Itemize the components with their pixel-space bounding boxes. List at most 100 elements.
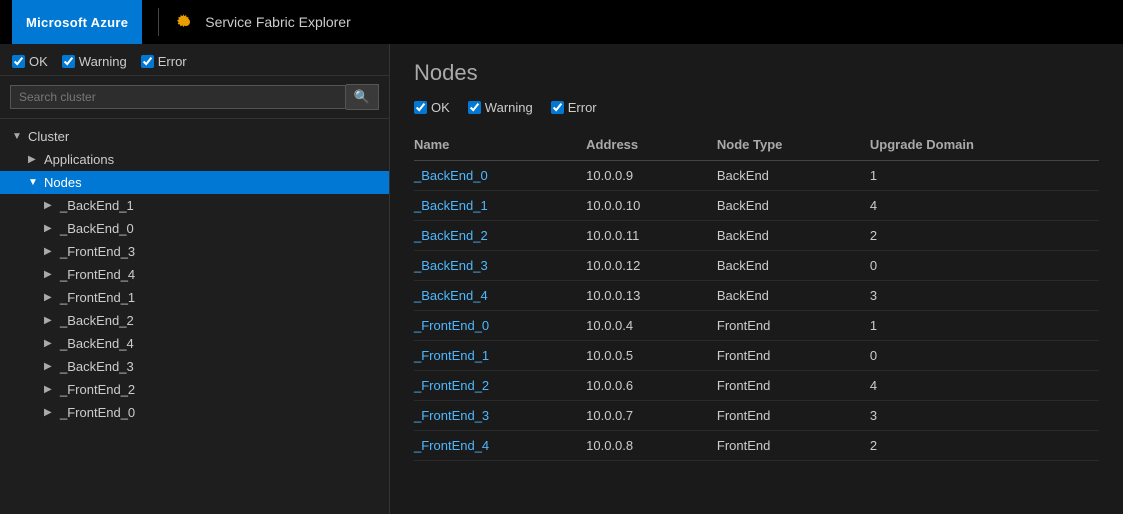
sidebar-item--backend-0[interactable]: ▶_BackEnd_0 — [0, 217, 389, 240]
sidebar-ok-checkbox[interactable] — [12, 55, 25, 68]
table-row[interactable]: _FrontEnd_2 10.0.0.6 FrontEnd 4 — [414, 371, 1099, 401]
sidebar-item--frontend-1[interactable]: ▶ _FrontEnd_1 — [0, 286, 389, 309]
azure-logo-text: Microsoft Azure — [26, 15, 128, 30]
sidebar-warning-label: Warning — [79, 54, 127, 69]
body: OK Warning Error 🔍 ▼ Cluster — [0, 44, 1123, 514]
cell-upgrade-domain: 4 — [870, 191, 1099, 221]
sidebar-filter-ok[interactable]: OK — [12, 54, 48, 69]
table-row[interactable]: _BackEnd_3 10.0.0.12 BackEnd 0 — [414, 251, 1099, 281]
sidebar-item--backend-1[interactable]: ▶ _BackEnd_1 — [0, 194, 389, 217]
sidebar-item-cluster[interactable]: ▼ Cluster — [0, 125, 389, 148]
cell-name: _FrontEnd_0 — [414, 311, 586, 341]
cell-address: 10.0.0.7 — [586, 401, 717, 431]
main-error-checkbox[interactable] — [551, 101, 564, 114]
sidebar-item--backend-3[interactable]: ▶_BackEnd_3 — [0, 355, 389, 378]
sidebar-item--backend-2[interactable]: ▶_BackEnd_2 — [0, 309, 389, 332]
cell-name: _BackEnd_2 — [414, 221, 586, 251]
cell-address: 10.0.0.9 — [586, 161, 717, 191]
sidebar-item--frontend-4[interactable]: ▶ _FrontEnd_4 — [0, 263, 389, 286]
cell-upgrade-domain: 1 — [870, 161, 1099, 191]
cell-upgrade-domain: 2 — [870, 431, 1099, 461]
table-row[interactable]: _BackEnd_4 10.0.0.13 BackEnd 3 — [414, 281, 1099, 311]
search-button[interactable]: 🔍 — [346, 84, 379, 110]
main-filter-ok[interactable]: OK — [414, 100, 450, 115]
search-input[interactable] — [10, 85, 346, 109]
child-arrow: ▶ — [44, 292, 56, 303]
main-error-label: Error — [568, 100, 597, 115]
node-name-link[interactable]: _BackEnd_3 — [414, 258, 488, 273]
table-row[interactable]: _BackEnd_2 10.0.0.11 BackEnd 2 — [414, 221, 1099, 251]
node-name-link[interactable]: _BackEnd_4 — [414, 288, 488, 303]
node-name-link[interactable]: _FrontEnd_2 — [414, 378, 489, 393]
sidebar-item--frontend-2[interactable]: ▶_FrontEnd_2 — [0, 378, 389, 401]
table-row[interactable]: _FrontEnd_1 10.0.0.5 FrontEnd 0 — [414, 341, 1099, 371]
table-row[interactable]: _BackEnd_1 10.0.0.10 BackEnd 4 — [414, 191, 1099, 221]
table-row[interactable]: _FrontEnd_4 10.0.0.8 FrontEnd 2 — [414, 431, 1099, 461]
main-filter-warning[interactable]: Warning — [468, 100, 533, 115]
child-label: _BackEnd_1 — [60, 198, 134, 213]
nodes-expand-arrow: ▼ — [28, 177, 40, 188]
node-name-link[interactable]: _BackEnd_0 — [414, 168, 488, 183]
sidebar-ok-label: OK — [29, 54, 48, 69]
cell-name: _FrontEnd_3 — [414, 401, 586, 431]
cell-node-type: BackEnd — [717, 191, 870, 221]
node-name-link[interactable]: _FrontEnd_3 — [414, 408, 489, 423]
node-name-link[interactable]: _BackEnd_2 — [414, 228, 488, 243]
child-label: _BackEnd_2 — [60, 313, 134, 328]
cell-node-type: FrontEnd — [717, 371, 870, 401]
child-label: _BackEnd_3 — [60, 359, 134, 374]
node-name-link[interactable]: _FrontEnd_0 — [414, 318, 489, 333]
cell-upgrade-domain: 3 — [870, 401, 1099, 431]
nodes-table-head: Name Address Node Type Upgrade Domain — [414, 131, 1099, 161]
node-name-link[interactable]: _FrontEnd_1 — [414, 348, 489, 363]
sidebar-filter-warning[interactable]: Warning — [62, 54, 127, 69]
sidebar-item-applications[interactable]: ▶ Applications — [0, 148, 389, 171]
applications-label: Applications — [44, 152, 114, 167]
sidebar-filter-error[interactable]: Error — [141, 54, 187, 69]
child-arrow: ▶ — [44, 200, 56, 211]
cell-node-type: BackEnd — [717, 221, 870, 251]
sidebar-item--frontend-3[interactable]: ▶_FrontEnd_3 — [0, 240, 389, 263]
node-name-link[interactable]: _BackEnd_1 — [414, 198, 488, 213]
sidebar-item-nodes[interactable]: ▼ Nodes — [0, 171, 389, 194]
cell-node-type: FrontEnd — [717, 431, 870, 461]
main-filter-error[interactable]: Error — [551, 100, 597, 115]
main-warning-checkbox[interactable] — [468, 101, 481, 114]
child-label: _FrontEnd_3 — [60, 244, 135, 259]
sidebar-warning-checkbox[interactable] — [62, 55, 75, 68]
cell-address: 10.0.0.4 — [586, 311, 717, 341]
app-title-text: Service Fabric Explorer — [205, 14, 351, 30]
sidebar-node-children: ▶_BackEnd_1▶_BackEnd_0▶_FrontEnd_3▶_Fron… — [0, 194, 389, 424]
sidebar-item--backend-4[interactable]: ▶ _BackEnd_4 — [0, 332, 389, 355]
cell-upgrade-domain: 1 — [870, 311, 1099, 341]
cell-node-type: BackEnd — [717, 161, 870, 191]
sidebar-error-checkbox[interactable] — [141, 55, 154, 68]
table-row[interactable]: _FrontEnd_3 10.0.0.7 FrontEnd 3 — [414, 401, 1099, 431]
cell-upgrade-domain: 0 — [870, 251, 1099, 281]
cell-name: _FrontEnd_1 — [414, 341, 586, 371]
child-arrow: ▶ — [44, 407, 56, 418]
child-label: _FrontEnd_1 — [60, 290, 135, 305]
sidebar: OK Warning Error 🔍 ▼ Cluster — [0, 44, 390, 514]
app-title-area: Service Fabric Explorer — [175, 11, 351, 33]
cell-name: _BackEnd_4 — [414, 281, 586, 311]
sidebar-item--frontend-0[interactable]: ▶_FrontEnd_0 — [0, 401, 389, 424]
main-ok-checkbox[interactable] — [414, 101, 427, 114]
cell-upgrade-domain: 3 — [870, 281, 1099, 311]
gear-icon — [175, 11, 197, 33]
cell-name: _BackEnd_1 — [414, 191, 586, 221]
cell-node-type: FrontEnd — [717, 401, 870, 431]
node-name-link[interactable]: _FrontEnd_4 — [414, 438, 489, 453]
cell-upgrade-domain: 4 — [870, 371, 1099, 401]
child-label: _FrontEnd_4 — [60, 267, 135, 282]
sidebar-filter-bar: OK Warning Error — [0, 44, 389, 76]
child-arrow: ▶ — [44, 338, 56, 349]
table-row[interactable]: _FrontEnd_0 10.0.0.4 FrontEnd 1 — [414, 311, 1099, 341]
child-arrow: ▶ — [44, 269, 56, 280]
cell-address: 10.0.0.10 — [586, 191, 717, 221]
cluster-expand-arrow: ▼ — [12, 131, 24, 142]
child-label: _BackEnd_4 — [60, 336, 134, 351]
main-ok-label: OK — [431, 100, 450, 115]
cell-address: 10.0.0.6 — [586, 371, 717, 401]
table-row[interactable]: _BackEnd_0 10.0.0.9 BackEnd 1 — [414, 161, 1099, 191]
